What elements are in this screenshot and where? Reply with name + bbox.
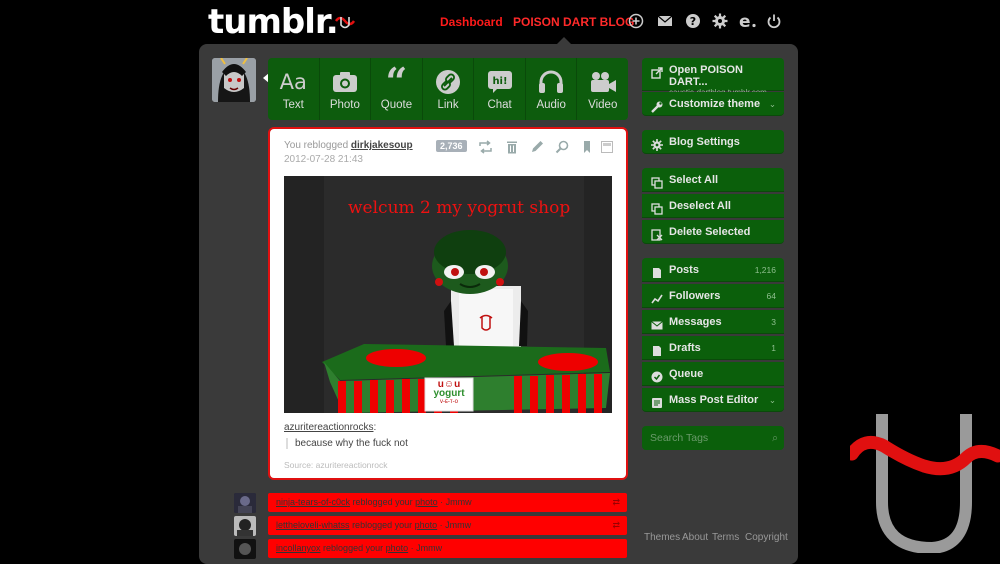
note-row[interactable]: ninja-tears-of-c0ck reblogged your photo…	[268, 493, 627, 512]
sidebar-item-followers[interactable]: Followers 64	[642, 284, 784, 308]
customize-theme-button[interactable]: Customize theme ⌄	[642, 92, 784, 116]
edit-icon[interactable]: e	[739, 13, 756, 29]
post-card: You reblogged dirkjakesoup 2012-07-28 21…	[268, 127, 628, 480]
delete-selected-button[interactable]: Delete Selected	[642, 220, 784, 244]
mail-icon	[651, 316, 663, 330]
chevron-down-icon: ⌄	[768, 99, 776, 109]
avatar[interactable]	[234, 516, 256, 536]
svg-text:?: ?	[690, 15, 696, 28]
drafts-icon	[651, 342, 663, 356]
aquarius-symbol-background	[845, 412, 1000, 558]
blog-settings-button[interactable]: Blog Settings	[642, 130, 784, 154]
search-icon[interactable]: ⌕	[772, 426, 778, 450]
chevron-down-icon: ⌄	[768, 395, 776, 405]
select-all-icon	[651, 174, 663, 189]
yogurt-sign-logo: u☺u yogurt ᴠ-ᴇ-ᴛ-ᴏ	[433, 379, 465, 406]
tumblr-logo[interactable]: tumblr.	[208, 2, 339, 42]
footer-terms-link[interactable]: Terms	[712, 532, 739, 543]
post-source[interactable]: Source: azuritereactionrock	[284, 460, 387, 470]
quote-icon: “	[385, 59, 408, 104]
avatar[interactable]	[234, 493, 256, 513]
nav-active-caret	[557, 37, 571, 44]
headphones-icon	[538, 68, 564, 96]
delete-icon	[651, 226, 663, 241]
search-icon[interactable]	[555, 140, 569, 154]
reblog-user-link[interactable]: dirkjakesoup	[351, 140, 413, 151]
nav-blog[interactable]: POISON DART BLOG	[513, 15, 634, 29]
post-type-video[interactable]: Video	[577, 58, 628, 120]
sidebar-item-messages[interactable]: Messages 3	[642, 310, 784, 334]
post-photo[interactable]: welcum 2 my yogrut shop u☺u yogurt ᴠ-ᴇ-ᴛ…	[284, 176, 612, 413]
image-caption-text: welcum 2 my yogrut shop	[348, 198, 571, 218]
post-type-bar: Aa Text Photo “ Quote Link hi! Chat Audi…	[268, 58, 628, 120]
mass-editor-icon	[651, 394, 663, 408]
help-icon[interactable]: ?	[685, 13, 701, 29]
search-tags-input[interactable]: Search Tags ⌕	[642, 426, 784, 450]
footer-about-link[interactable]: About	[682, 532, 708, 543]
gear-icon	[651, 136, 663, 151]
blog-symbol-icon	[334, 12, 356, 37]
deselect-all-icon	[651, 200, 663, 215]
post-type-photo[interactable]: Photo	[320, 58, 372, 120]
svg-text:e: e	[739, 13, 751, 29]
edit-pencil-icon[interactable]	[530, 140, 544, 154]
note-row[interactable]: lettheloveli-whatss reblogged your photo…	[268, 516, 627, 535]
mail-icon[interactable]	[657, 13, 673, 29]
footer-themes-link[interactable]: Themes	[644, 532, 680, 543]
quote-text: because why the fuck not	[286, 438, 408, 449]
note-row[interactable]: incollanyox reblogged your photo · Jmmw	[268, 539, 627, 558]
select-all-button[interactable]: Select All	[642, 168, 784, 192]
power-icon[interactable]	[766, 13, 782, 29]
reblog-icon[interactable]	[478, 140, 492, 154]
notes-count-badge[interactable]: 2,736	[436, 140, 467, 152]
quote-source-user[interactable]: azuritereactionrocks	[284, 422, 373, 433]
post-type-chat[interactable]: hi! Chat	[474, 58, 526, 120]
post-type-quote[interactable]: “ Quote	[371, 58, 423, 120]
chat-icon: hi!	[487, 68, 513, 96]
sidebar-item-drafts[interactable]: Drafts 1	[642, 336, 784, 360]
nav-dashboard[interactable]: Dashboard	[440, 15, 503, 29]
svg-text:hi!: hi!	[492, 76, 507, 87]
external-link-icon	[651, 67, 663, 79]
avatar[interactable]	[234, 539, 256, 559]
followers-icon	[651, 290, 663, 304]
link-icon	[435, 68, 461, 96]
gear-icon[interactable]	[712, 13, 728, 29]
post-type-text[interactable]: Aa Text	[268, 58, 320, 120]
reblog-prefix: You reblogged	[284, 140, 349, 151]
post-date: 2012-07-28 21:43	[284, 154, 363, 165]
checkbox-icon[interactable]	[600, 140, 614, 154]
avatar[interactable]	[212, 58, 256, 102]
bookmark-icon[interactable]	[580, 140, 594, 154]
sidebar-item-mass-post-editor[interactable]: Mass Post Editor ⌄	[642, 388, 784, 412]
footer-copyright-link[interactable]: Copyright	[745, 532, 788, 543]
text-icon: Aa	[279, 70, 307, 94]
plus-circle-icon[interactable]	[628, 13, 644, 29]
sidebar-item-posts[interactable]: Posts 1,216	[642, 258, 784, 282]
trash-icon[interactable]	[505, 140, 519, 154]
camera-icon	[332, 68, 358, 96]
wrench-icon	[651, 98, 663, 113]
queue-icon	[651, 368, 663, 383]
post-type-audio[interactable]: Audio	[526, 58, 578, 120]
reblog-icon[interactable]: ⇄	[612, 516, 620, 535]
open-blog-button[interactable]: Open POISON DART... caustic-dartblog.tum…	[642, 58, 784, 97]
posts-icon	[651, 264, 663, 278]
post-type-link[interactable]: Link	[423, 58, 475, 120]
sidebar-item-queue[interactable]: Queue	[642, 362, 784, 386]
video-icon	[589, 68, 617, 96]
deselect-all-button[interactable]: Deselect All	[642, 194, 784, 218]
reblog-icon[interactable]: ⇄	[612, 493, 620, 512]
